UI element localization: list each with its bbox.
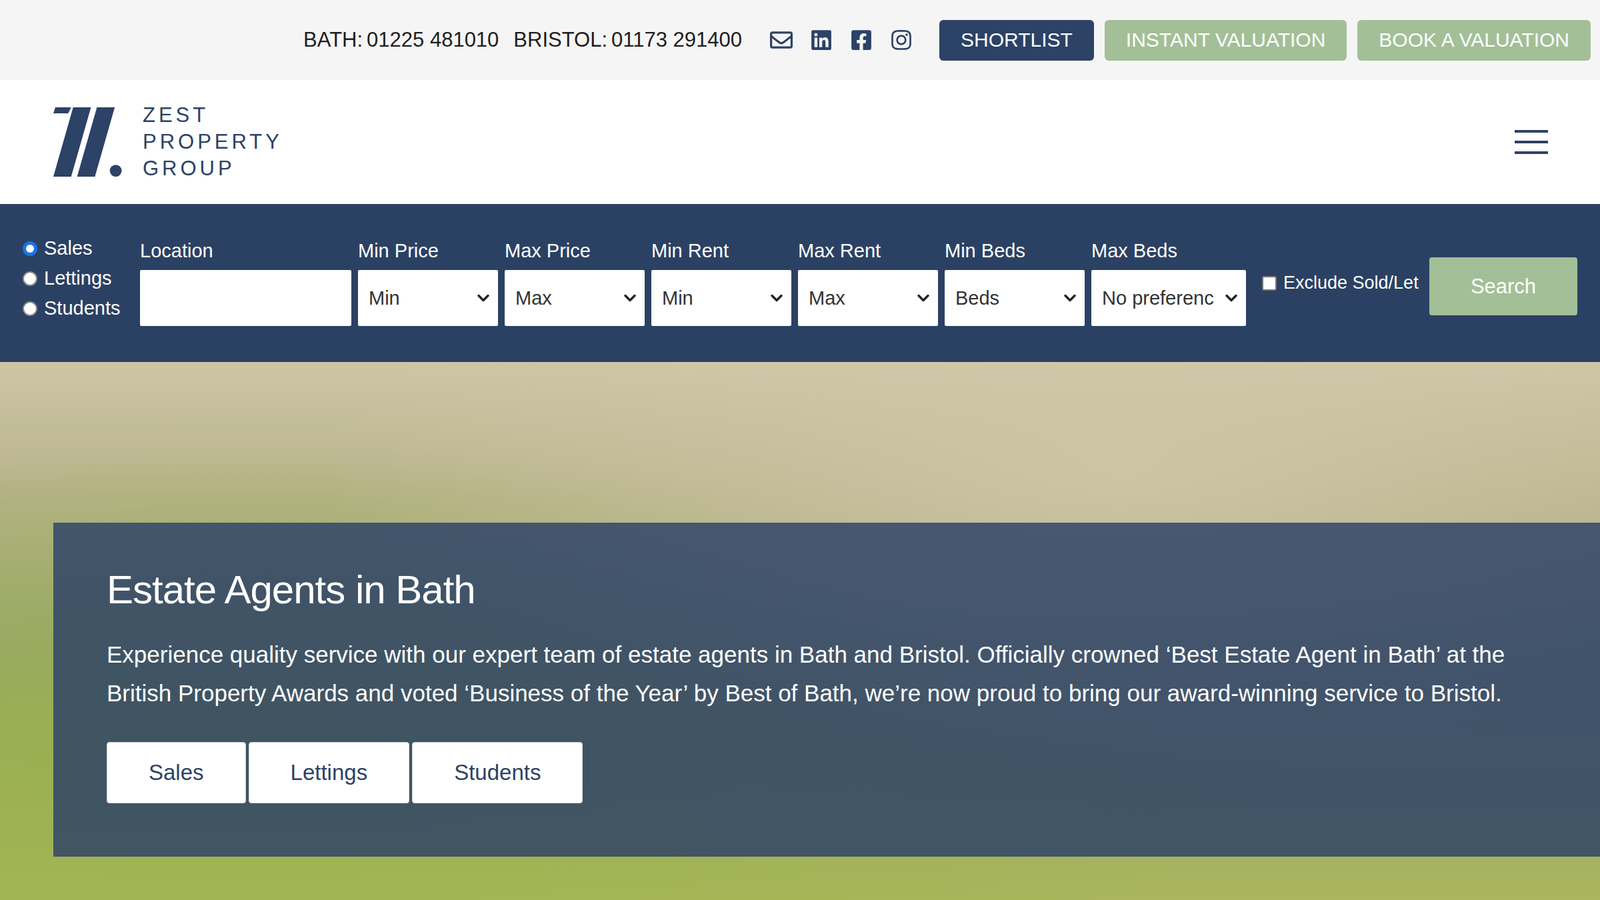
radio-dot[interactable]: [22, 241, 38, 256]
select-value: Beds: [955, 287, 1000, 310]
hero-button[interactable]: Sales: [106, 742, 246, 804]
field-label: Min Price: [358, 240, 498, 262]
field-label: Max Rent: [798, 240, 938, 262]
instagram-icon[interactable]: [890, 28, 913, 52]
search-field: Min Beds Beds: [944, 240, 1085, 326]
top-button[interactable]: SHORTLIST: [939, 20, 1094, 61]
chevron-down-icon: [1222, 288, 1241, 308]
top-button[interactable]: BOOK A VALUATION: [1357, 20, 1591, 61]
hero-title: Estate Agents in Bath: [106, 566, 1540, 613]
chevron-down-icon: [767, 288, 786, 308]
search-field: Max Rent Max: [798, 240, 938, 326]
chevron-down-icon: [914, 288, 933, 308]
select-value: Max: [808, 287, 846, 310]
menu-line: [1514, 151, 1548, 154]
select-value: Min: [662, 287, 694, 310]
social-links: [770, 28, 913, 52]
select-value: Max: [515, 287, 552, 310]
search-field: Location: [140, 240, 352, 326]
header: ZESTPROPERTYGROUP: [0, 80, 1600, 204]
logo-mark-icon: [53, 107, 123, 177]
top-button[interactable]: INSTANT VALUATION: [1104, 20, 1348, 61]
contact-label: BATH:: [303, 28, 363, 52]
field-label: Min Beds: [944, 240, 1085, 262]
select-field[interactable]: Max: [504, 270, 645, 326]
logo-line: GROUP: [142, 155, 283, 182]
menu-line: [1514, 140, 1548, 144]
select-field[interactable]: Beds: [944, 270, 1085, 326]
location-input[interactable]: [140, 270, 352, 326]
checkbox[interactable]: [1262, 276, 1277, 291]
envelope-icon[interactable]: [770, 28, 793, 52]
mode-radio[interactable]: Lettings: [22, 267, 134, 290]
field-label: Max Beds: [1091, 240, 1246, 262]
search-button[interactable]: Search: [1429, 257, 1578, 316]
logo-line: ZEST: [142, 102, 283, 129]
contact-label: BRISTOL:: [513, 28, 608, 52]
select-field[interactable]: Max: [798, 270, 938, 326]
top-bar: BATH:01225 481010 BRISTOL:01173 291400 SHO…: [0, 0, 1600, 80]
facebook-icon[interactable]: [850, 28, 873, 52]
field-label: Location: [140, 240, 352, 262]
hero-buttons: SalesLettingsStudents: [106, 742, 1540, 804]
contact-phone[interactable]: BATH:01225 481010: [303, 28, 499, 52]
select-value: Min: [368, 287, 400, 310]
radio-dot[interactable]: [22, 271, 38, 286]
select-field[interactable]: Min: [651, 270, 792, 326]
linkedin-icon[interactable]: [810, 28, 833, 52]
hero-button[interactable]: Lettings: [248, 742, 410, 804]
search-field: Max Beds No preferenc: [1091, 240, 1246, 326]
search-field: Min Price Min: [358, 240, 498, 326]
select-value: No preferenc: [1102, 287, 1214, 310]
hero-button[interactable]: Students: [412, 742, 583, 804]
select-field[interactable]: Min: [358, 270, 498, 326]
field-label: Max Price: [504, 240, 645, 262]
logo[interactable]: ZESTPROPERTYGROUP: [53, 102, 283, 182]
hero-panel: Estate Agents in Bath Experience quality …: [53, 522, 1600, 857]
exclude-checkbox[interactable]: Exclude Sold/Let: [1262, 272, 1423, 294]
field-label: Min Rent: [651, 240, 792, 262]
mode-radio[interactable]: Sales: [22, 237, 134, 260]
contact-phone[interactable]: BRISTOL:01173 291400: [513, 28, 742, 52]
chevron-down-icon: [1060, 288, 1080, 308]
mode-radio[interactable]: Students: [22, 297, 134, 320]
chevron-down-icon: [474, 288, 493, 308]
menu-line: [1514, 130, 1548, 133]
menu-button[interactable]: [1514, 130, 1548, 154]
hero-text: Experience quality service with our expe…: [106, 635, 1540, 713]
chevron-down-icon: [620, 288, 640, 308]
logo-line: PROPERTY: [142, 128, 283, 156]
logo-text: ZESTPROPERTYGROUP: [142, 102, 283, 182]
radio-dot[interactable]: [22, 301, 38, 316]
select-field[interactable]: No preferenc: [1091, 270, 1246, 326]
page: BATH:01225 481010 BRISTOL:01173 291400 SHO…: [0, 0, 1600, 900]
search-field: Max Price Max: [504, 240, 645, 326]
search-modes: Sales Lettings Students: [22, 237, 134, 320]
hero-image: Estate Agents in Bath Experience quality …: [0, 362, 1600, 900]
search-bar: SalesLettingsStudentsLocationMin PriceMi…: [0, 204, 1600, 362]
search-field: Min Rent Min: [651, 240, 792, 326]
